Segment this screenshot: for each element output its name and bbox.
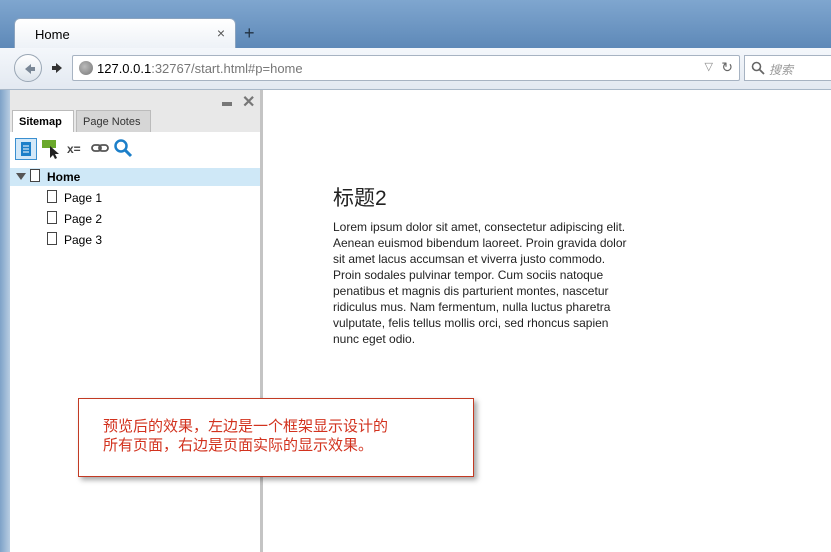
page-content: 标题2 Lorem ipsum dolor sit amet, consecte…: [263, 90, 831, 552]
close-panel-icon[interactable]: ✕: [242, 92, 255, 112]
highlight-button[interactable]: [41, 138, 63, 160]
back-arrow-icon: [25, 64, 35, 74]
tab-sitemap[interactable]: Sitemap: [12, 110, 74, 132]
page-heading: 标题2: [333, 187, 387, 210]
link-icon: [91, 144, 109, 152]
tree-item-page-1[interactable]: Page 1: [10, 189, 260, 207]
tab-title: Home: [35, 27, 70, 42]
page-icon: [47, 190, 57, 203]
back-button[interactable]: [14, 54, 42, 82]
sitemap-panel: ✕ Sitemap Page Notes x= Home Page 1 Page…: [10, 90, 260, 552]
browser-titlebar: Home × +: [0, 0, 831, 48]
url-text: 127.0.0.1:32767/start.html#p=home: [97, 61, 303, 76]
tree-item-page-3[interactable]: Page 3: [10, 231, 260, 249]
url-path: :32767/start.html#p=home: [151, 61, 303, 76]
annotation-callout: 预览后的效果，左边是一个框架显示设计的 所有页面，右边是页面实际的显示效果。: [78, 398, 474, 477]
page-icon: [47, 232, 57, 245]
url-host: 127.0.0.1: [97, 61, 152, 76]
tree-item-label: Page 2: [64, 212, 103, 226]
tree-item-page-2[interactable]: Page 2: [10, 210, 260, 228]
tab-page-notes[interactable]: Page Notes: [76, 110, 151, 132]
page-paragraph: Lorem ipsum dolor sit amet, consectetur …: [333, 220, 627, 346]
forward-arrow-icon[interactable]: [50, 60, 66, 76]
tree-item-label: Page 3: [64, 233, 103, 247]
dropdown-icon[interactable]: ▽: [705, 60, 713, 73]
search-placeholder: 搜索: [769, 63, 794, 77]
new-tab-button[interactable]: +: [244, 24, 255, 42]
globe-icon: [79, 61, 93, 75]
address-bar[interactable]: 127.0.0.1:32767/start.html#p=home ▽ ↻: [72, 55, 740, 81]
search-pages-button[interactable]: [113, 138, 135, 160]
search-box[interactable]: 搜索: [744, 55, 831, 81]
page-icon: [47, 211, 57, 224]
magnifier-icon: [114, 139, 133, 158]
variables-button[interactable]: x=: [67, 142, 89, 164]
tree-item-label: Home: [47, 170, 81, 184]
navigation-bar: 127.0.0.1:32767/start.html#p=home ▽ ↻ 搜索: [0, 48, 831, 90]
tree-item-label: Page 1: [64, 191, 103, 205]
expand-arrow-icon[interactable]: [16, 173, 26, 180]
page-view-button[interactable]: [15, 138, 37, 160]
window-frame-left: [0, 90, 10, 552]
page-icon: [30, 169, 40, 182]
callout-line-1: 预览后的效果，左边是一个框架显示设计的: [103, 418, 389, 435]
sitemap-toolbar: x=: [10, 132, 260, 166]
callout-line-2: 所有页面，右边是页面实际的显示效果。: [103, 437, 374, 454]
link-button[interactable]: [90, 138, 112, 160]
reload-icon[interactable]: ↻: [721, 59, 733, 76]
document-icon: [21, 142, 31, 156]
pointer-highlight-icon: [42, 140, 59, 159]
browser-tab-home[interactable]: Home ×: [14, 18, 236, 48]
close-icon[interactable]: ×: [217, 25, 225, 41]
search-icon: [751, 61, 765, 75]
tree-item-home[interactable]: Home: [10, 168, 260, 186]
panel-header: ✕ Sitemap Page Notes: [10, 90, 260, 132]
minimize-icon[interactable]: [222, 102, 232, 106]
